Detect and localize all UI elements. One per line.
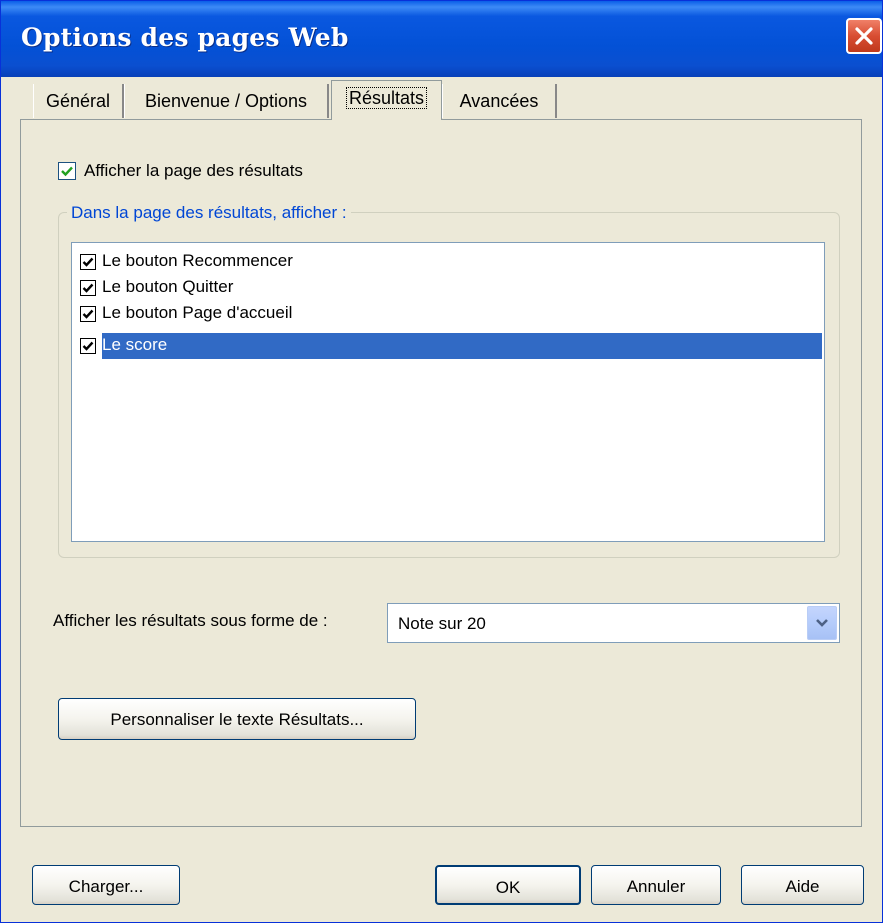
tab-bienvenue-options[interactable]: Bienvenue / Options	[124, 84, 329, 118]
window-title: Options des pages Web	[21, 23, 349, 52]
check-icon	[82, 283, 94, 293]
tab-general-label: Général	[45, 91, 111, 111]
check-icon	[82, 341, 94, 351]
score-checkbox[interactable]	[80, 338, 96, 354]
results-items-list[interactable]: Le bouton Recommencer Le bouton Quitter …	[71, 242, 825, 542]
show-results-checkbox[interactable]	[58, 162, 76, 180]
list-item-score[interactable]: Le score	[72, 333, 822, 359]
format-label: Afficher les résultats sous forme de :	[53, 611, 328, 630]
tab-resultats-label: Résultats	[345, 87, 428, 109]
selection-highlight	[102, 333, 822, 359]
format-value: Note sur 20	[398, 614, 486, 633]
load-button-label: Charger...	[68, 877, 144, 896]
close-icon	[855, 27, 873, 45]
customize-results-text-button[interactable]: Personnaliser le texte Résultats...	[58, 698, 416, 740]
list-item-page-accueil[interactable]: Le bouton Page d'accueil	[72, 301, 822, 327]
check-icon	[82, 257, 94, 267]
list-item-label: Le bouton Recommencer	[102, 251, 293, 270]
check-icon	[61, 166, 73, 177]
dropdown-button[interactable]	[807, 606, 837, 640]
format-combobox[interactable]: Note sur 20	[387, 603, 840, 643]
title-bar[interactable]: Options des pages Web	[1, 1, 882, 77]
list-item-label: Le score	[102, 335, 168, 354]
list-item-label: Le bouton Page d'accueil	[102, 303, 293, 322]
help-button[interactable]: Aide	[741, 865, 864, 905]
cancel-button-label: Annuler	[626, 877, 686, 896]
list-item-label: Le bouton Quitter	[102, 277, 234, 296]
close-button[interactable]	[846, 18, 882, 54]
list-item-quitter[interactable]: Le bouton Quitter	[72, 275, 822, 301]
page-accueil-checkbox[interactable]	[80, 306, 96, 322]
show-results-label[interactable]: Afficher la page des résultats	[84, 161, 303, 181]
load-button[interactable]: Charger...	[32, 865, 180, 905]
dialog-window: Options des pages Web Général Bienvenue …	[0, 0, 883, 923]
tab-avancees-label: Avancées	[459, 91, 539, 111]
tab-avancees[interactable]: Avancées	[442, 84, 557, 118]
customize-results-text-label: Personnaliser le texte Résultats...	[110, 710, 364, 729]
chevron-down-icon	[816, 619, 828, 627]
cancel-button[interactable]: Annuler	[591, 865, 721, 905]
tab-resultats[interactable]: Résultats	[331, 80, 442, 120]
recommencer-checkbox[interactable]	[80, 254, 96, 270]
ok-button[interactable]: OK	[435, 865, 581, 905]
list-item-recommencer[interactable]: Le bouton Recommencer	[72, 249, 822, 275]
quitter-checkbox[interactable]	[80, 280, 96, 296]
tab-general[interactable]: Général	[33, 84, 124, 118]
ok-button-label: OK	[495, 878, 521, 897]
help-button-label: Aide	[785, 877, 820, 896]
group-legend: Dans la page des résultats, afficher :	[67, 203, 351, 223]
check-icon	[82, 309, 94, 319]
tab-bienvenue-options-label: Bienvenue / Options	[144, 91, 308, 111]
